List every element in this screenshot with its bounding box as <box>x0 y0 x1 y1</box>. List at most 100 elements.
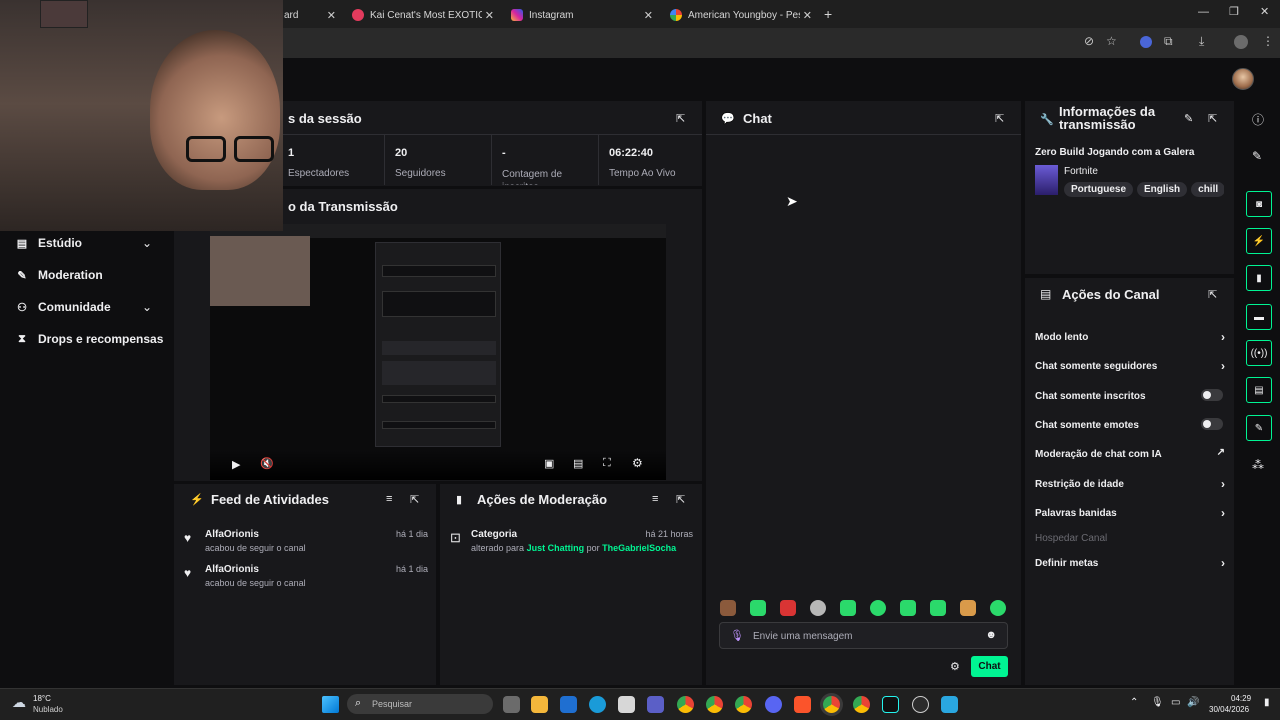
popout-icon[interactable]: ⇱ <box>1208 112 1217 125</box>
tag[interactable]: Portuguese <box>1064 182 1134 197</box>
rail-chat-icon[interactable]: ▬ <box>1246 304 1272 330</box>
stream-video-player[interactable]: ▶ 🔇 ▣ ▤ ⛶ ⚙ <box>210 224 666 480</box>
action-set-goals[interactable]: Definir metas › <box>1035 556 1225 570</box>
action-slow-mode[interactable]: Modo lento › <box>1035 330 1225 344</box>
network-icon[interactable]: ▭ <box>1171 697 1180 708</box>
discord-icon[interactable] <box>765 696 782 713</box>
fortnite-app-icon[interactable] <box>941 696 958 713</box>
download-icon[interactable]: ⤓ <box>1199 34 1204 49</box>
edit-pencil-icon[interactable]: ✎ <box>1184 112 1193 125</box>
restore-icon[interactable]: ❐ <box>1229 5 1239 18</box>
tiktok-icon[interactable] <box>882 696 899 713</box>
close-icon[interactable]: ✕ <box>485 9 494 22</box>
tab-dashboard[interactable]: ard ✕ <box>276 4 342 26</box>
mod-action-item[interactable]: ⊡ Categoria há 21 horas alterado para Ju… <box>450 529 693 559</box>
nav-item-estudio[interactable]: ▤ Estúdio <box>16 236 82 250</box>
extension-icon[interactable] <box>1140 36 1152 48</box>
teams-icon[interactable] <box>647 696 664 713</box>
file-explorer-icon[interactable] <box>531 696 548 713</box>
toggle-switch[interactable] <box>1201 418 1223 430</box>
action-age-restriction[interactable]: Restrição de idade › <box>1035 477 1225 491</box>
rail-wrench-icon[interactable]: ✎ <box>1246 415 1272 441</box>
action-banned-words[interactable]: Palavras banidas › <box>1035 506 1225 520</box>
play-icon[interactable]: ▶ <box>232 458 240 471</box>
microphone-icon[interactable]: 🎙 <box>730 629 744 642</box>
edge-icon[interactable] <box>589 696 606 713</box>
close-icon[interactable]: ✕ <box>327 9 336 22</box>
popout-icon[interactable]: ⇱ <box>676 112 685 125</box>
window-close-icon[interactable]: ✕ <box>1260 5 1269 18</box>
chrome-icon[interactable] <box>706 696 723 713</box>
brave-icon[interactable] <box>794 696 811 713</box>
game-name[interactable]: Fortnite <box>1064 166 1098 177</box>
action-ai-moderation[interactable]: Moderação de chat com IA ↗ <box>1035 447 1225 460</box>
emote-icon[interactable] <box>780 600 796 616</box>
nav-item-drops[interactable]: ⧗ Drops e recompensas <box>16 332 163 346</box>
info-icon[interactable]: ⓘ <box>1252 111 1264 128</box>
emote-icon[interactable] <box>960 600 976 616</box>
task-view-icon[interactable] <box>503 696 520 713</box>
chrome-icon[interactable] <box>735 696 752 713</box>
settings-gear-icon[interactable]: ⚙ <box>632 456 643 470</box>
bookmark-star-icon[interactable]: ☆ <box>1106 34 1117 48</box>
close-icon[interactable]: ✕ <box>803 9 812 22</box>
chevron-down-icon[interactable]: ⌄ <box>142 236 152 250</box>
emote-icon[interactable] <box>900 600 916 616</box>
notifications-icon[interactable]: ▮ <box>1264 697 1270 708</box>
outlook-icon[interactable] <box>560 696 577 713</box>
fullscreen-icon[interactable]: ⛶ <box>603 457 611 470</box>
chat-settings-gear-icon[interactable]: ⚙ <box>950 660 960 673</box>
profile-icon[interactable] <box>1234 35 1248 49</box>
avatar[interactable] <box>1232 68 1254 90</box>
rail-broadcast-icon[interactable]: ((•)) <box>1246 340 1272 366</box>
popout-icon[interactable]: ⇱ <box>410 493 419 506</box>
miniplayer-icon[interactable]: ▤ <box>573 457 583 470</box>
clock-date[interactable]: 30/04/2026 <box>1209 705 1249 714</box>
clock-time[interactable]: 04:29 <box>1231 694 1251 703</box>
rail-camera-icon[interactable]: ◙ <box>1246 191 1272 217</box>
edit-pencil-icon[interactable]: ✎ <box>1252 149 1262 163</box>
emote-icon[interactable] <box>870 600 886 616</box>
theatre-icon[interactable]: ▣ <box>544 457 554 470</box>
tag[interactable]: English <box>1137 182 1188 197</box>
emote-icon[interactable] <box>990 600 1006 616</box>
menu-kebab-icon[interactable]: ⋮ <box>1262 34 1274 48</box>
chrome-icon[interactable] <box>853 696 870 713</box>
cast-icon[interactable]: ⊘ <box>1084 34 1094 48</box>
popout-icon[interactable]: ⇱ <box>1208 288 1217 301</box>
popout-icon[interactable]: ⇱ <box>995 112 1004 125</box>
windows-start-icon[interactable] <box>322 696 339 713</box>
chrome-active-icon[interactable] <box>823 696 840 713</box>
tab-kai-cenat[interactable]: Kai Cenat's Most EXOTIC P.O. B ✕ <box>344 4 500 26</box>
chrome-icon[interactable] <box>677 696 694 713</box>
clock-app-icon[interactable] <box>912 696 929 713</box>
emote-icon[interactable] <box>720 600 736 616</box>
action-followers-only[interactable]: Chat somente seguidores › <box>1035 359 1225 373</box>
emote-icon[interactable] <box>840 600 856 616</box>
emote-icon[interactable] <box>810 600 826 616</box>
mute-icon[interactable]: 🔇 <box>260 457 274 470</box>
microphone-tray-icon[interactable]: 🎙 <box>1151 697 1164 708</box>
tag[interactable]: chill <box>1191 182 1224 197</box>
chat-message-input[interactable]: 🎙 Envie uma mensagem ☻ <box>719 622 1008 649</box>
store-icon[interactable] <box>618 696 635 713</box>
filter-icon[interactable]: ≡ <box>386 493 392 505</box>
close-icon[interactable]: ✕ <box>644 9 653 22</box>
extensions-puzzle-icon[interactable]: ⧉ <box>1164 34 1173 49</box>
taskbar-search-input[interactable]: ⌕ Pesquisar <box>347 694 493 714</box>
emote-icon[interactable] <box>750 600 766 616</box>
popout-icon[interactable]: ⇱ <box>676 493 685 506</box>
volume-icon[interactable]: 🔊 <box>1187 697 1199 708</box>
rail-document-icon[interactable]: ▮ <box>1246 265 1272 291</box>
new-tab-icon[interactable]: + <box>824 6 832 22</box>
filter-icon[interactable]: ≡ <box>652 493 658 505</box>
chevron-up-icon[interactable]: ⌃ <box>1130 697 1138 708</box>
nav-item-comunidade[interactable]: ⚇ Comunidade <box>16 300 111 314</box>
emote-icon[interactable] <box>930 600 946 616</box>
chat-send-button[interactable]: Chat <box>971 656 1008 677</box>
tab-google-search[interactable]: American Youngboy - Pesquisa ✕ <box>662 4 818 26</box>
rail-channel-icon[interactable]: ▤ <box>1246 377 1272 403</box>
rail-add-widget-icon[interactable]: ⁂ <box>1252 458 1264 472</box>
rail-lightning-icon[interactable]: ⚡ <box>1246 228 1272 254</box>
toggle-switch[interactable] <box>1201 389 1223 401</box>
